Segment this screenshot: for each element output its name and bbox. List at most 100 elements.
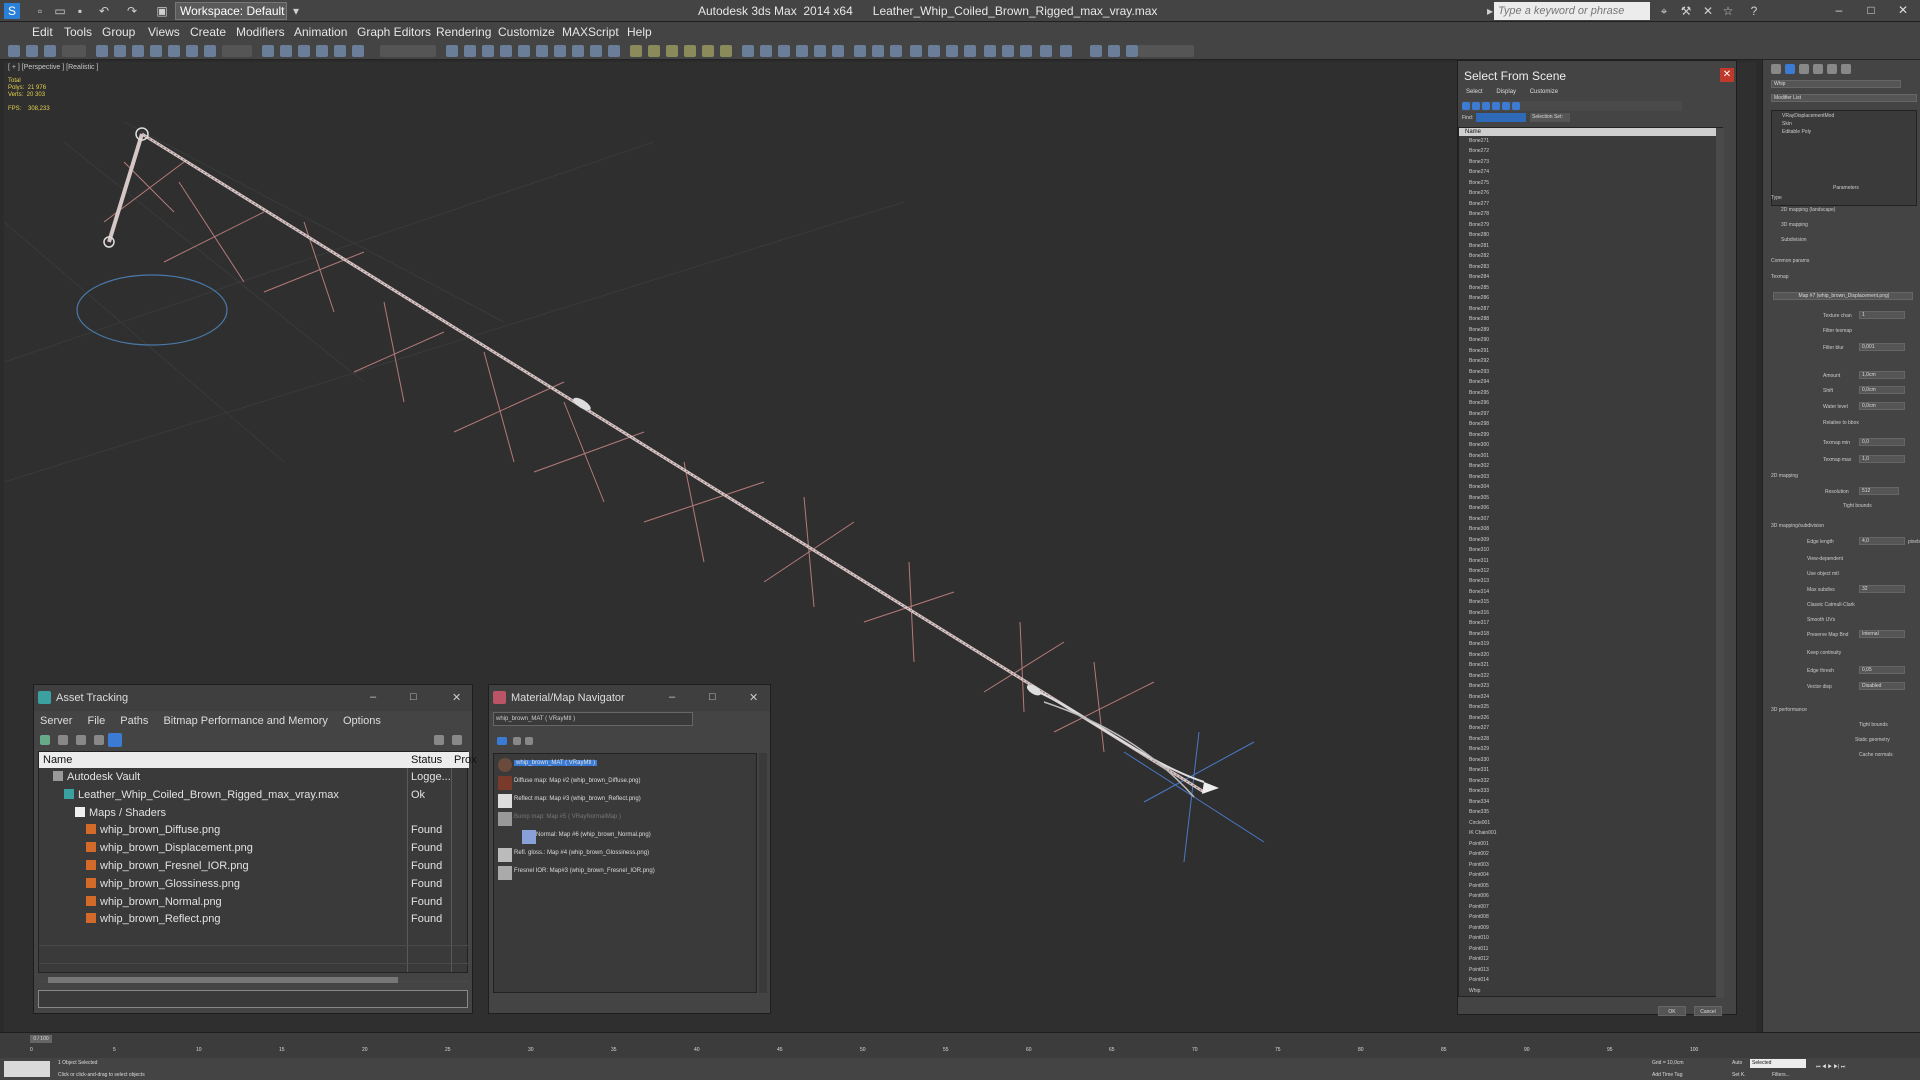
list-item[interactable]: Bone292 bbox=[1469, 358, 1489, 364]
material-node-normal[interactable]: Normal: Map #6 (whip_brown_Normal.png) bbox=[536, 832, 651, 838]
spline-tools-icon[interactable] bbox=[742, 45, 754, 57]
playback-controls-icon[interactable]: ⏮ ◀ ▶ ▶| ⏭ bbox=[1816, 1064, 1845, 1070]
mirror-icon[interactable] bbox=[446, 45, 458, 57]
named-selection-sets-dropdown[interactable] bbox=[380, 45, 436, 57]
asset-tracking-titlebar[interactable]: Asset Tracking – □ ✕ bbox=[34, 685, 472, 711]
list-item[interactable]: Bone335 bbox=[1469, 809, 1489, 815]
list-item[interactable]: Bone288 bbox=[1469, 316, 1489, 322]
help-icon[interactable] bbox=[452, 735, 462, 745]
open-file-icon[interactable]: ▭ bbox=[52, 3, 68, 19]
material-node-bump[interactable]: Bump map: Map #5 ( VRayNormalMap ) bbox=[514, 814, 621, 820]
list-item[interactable]: Bone331 bbox=[1469, 767, 1489, 773]
list-item[interactable]: Bone279 bbox=[1469, 222, 1489, 228]
move-icon[interactable] bbox=[168, 45, 180, 57]
rotate-icon[interactable] bbox=[186, 45, 198, 57]
list-item[interactable]: Bone273 bbox=[1469, 159, 1489, 165]
constraint-icon[interactable] bbox=[1126, 45, 1138, 57]
refresh-icon[interactable] bbox=[40, 735, 50, 745]
object-name-input[interactable]: Whip bbox=[1771, 80, 1901, 88]
menu-views[interactable]: Views bbox=[148, 25, 180, 39]
layer-manager-icon[interactable] bbox=[482, 45, 494, 57]
utilities-tab-icon[interactable] bbox=[1841, 64, 1851, 74]
minimize-icon[interactable]: – bbox=[669, 691, 675, 703]
list-item[interactable]: Bone297 bbox=[1469, 411, 1489, 417]
vertical-scrollbar[interactable] bbox=[1716, 128, 1724, 998]
material-node-reflect[interactable]: Reflect map: Map #3 (whip_brown_Reflect.… bbox=[514, 796, 641, 802]
list-item[interactable]: Point010 bbox=[1469, 935, 1489, 941]
list-item[interactable]: Bone314 bbox=[1469, 589, 1489, 595]
list-item[interactable]: Bone309 bbox=[1469, 537, 1489, 543]
select-link-icon[interactable] bbox=[8, 45, 20, 57]
list-item[interactable]: Bone310 bbox=[1469, 547, 1489, 553]
workspace-dropdown[interactable]: Workspace: Default bbox=[175, 2, 287, 20]
display-tab-icon[interactable] bbox=[1827, 64, 1837, 74]
binoculars-icon[interactable]: ⌖ bbox=[1656, 3, 1672, 19]
menu-maxscript[interactable]: MAXScript bbox=[562, 25, 619, 39]
schematic-view-icon[interactable] bbox=[536, 45, 548, 57]
list-item[interactable]: Point001 bbox=[1469, 841, 1489, 847]
list-item[interactable]: Bone322 bbox=[1469, 673, 1489, 679]
search-input[interactable]: Type a keyword or phrase bbox=[1494, 2, 1650, 20]
param-input[interactable]: 0,0cm bbox=[1859, 386, 1905, 394]
selection-set-dropdown[interactable]: Selection Set: bbox=[1530, 113, 1570, 122]
list-item[interactable]: Point003 bbox=[1469, 862, 1489, 868]
list-item[interactable]: Bone294 bbox=[1469, 379, 1489, 385]
table-row[interactable]: Autodesk Vault Logge... bbox=[39, 769, 469, 786]
table-row[interactable]: whip_brown_Glossiness.png Found bbox=[39, 876, 469, 893]
asset-path-field[interactable] bbox=[38, 990, 468, 1008]
vray-proxy-icon[interactable] bbox=[684, 45, 696, 57]
list-item[interactable]: Bone272 bbox=[1469, 148, 1489, 154]
column-proxy[interactable]: Prox bbox=[454, 754, 477, 766]
spinner-snap-icon[interactable] bbox=[352, 45, 364, 57]
select-by-name-icon[interactable] bbox=[114, 45, 126, 57]
list-item[interactable]: Bone320 bbox=[1469, 652, 1489, 658]
key-filters-button[interactable]: Filters... bbox=[1772, 1072, 1790, 1078]
param-input[interactable]: 1,0cm bbox=[1859, 371, 1905, 379]
close-window-button[interactable]: ✕ bbox=[1888, 3, 1918, 19]
rendered-frame-icon[interactable] bbox=[590, 45, 602, 57]
texmap-button[interactable]: Map #7 (whip_brown_Displacement.png) bbox=[1773, 292, 1913, 300]
list-item[interactable]: IK Chain001 bbox=[1469, 830, 1497, 836]
list-item[interactable]: Whip bbox=[1469, 988, 1480, 994]
list-item[interactable]: Bone316 bbox=[1469, 610, 1489, 616]
list-item[interactable]: Bone300 bbox=[1469, 442, 1489, 448]
physics-icon[interactable] bbox=[814, 45, 826, 57]
list-item[interactable]: Bone306 bbox=[1469, 505, 1489, 511]
list-item[interactable]: Bone293 bbox=[1469, 369, 1489, 375]
undo-icon[interactable]: ↶ bbox=[96, 3, 112, 19]
menu-paths[interactable]: Paths bbox=[120, 715, 148, 727]
modify-tab-icon[interactable] bbox=[1785, 64, 1795, 74]
list-item[interactable]: Bone328 bbox=[1469, 736, 1489, 742]
list-item[interactable]: Bone332 bbox=[1469, 778, 1489, 784]
vray-toolbar-icon[interactable] bbox=[630, 45, 642, 57]
list-item[interactable]: Bone321 bbox=[1469, 662, 1489, 668]
type-2d-mapping-radio[interactable]: 2D mapping (landscape) bbox=[1781, 207, 1835, 213]
column-status[interactable]: Status bbox=[411, 754, 442, 766]
communication-icon[interactable]: ✕ bbox=[1700, 3, 1716, 19]
list-item[interactable]: Bone296 bbox=[1469, 400, 1489, 406]
select-from-scene-window[interactable]: Select From Scene ✕ Select Display Custo… bbox=[1457, 60, 1737, 1016]
list-item[interactable]: Point012 bbox=[1469, 956, 1489, 962]
motion-tab-icon[interactable] bbox=[1813, 64, 1823, 74]
filter-geometry-icon[interactable] bbox=[1462, 102, 1470, 110]
list-item[interactable]: Bone307 bbox=[1469, 516, 1489, 522]
percent-snap-icon[interactable] bbox=[334, 45, 346, 57]
list-item[interactable]: Bone290 bbox=[1469, 337, 1489, 343]
vertical-scrollbar[interactable] bbox=[759, 753, 767, 993]
list-item[interactable]: Bone305 bbox=[1469, 495, 1489, 501]
unlink-icon[interactable] bbox=[26, 45, 38, 57]
subdiv-param-input[interactable]: Disabled bbox=[1859, 682, 1905, 690]
material-node-glossiness[interactable]: Refl. gloss.: Map #4 (whip_brown_Glossin… bbox=[514, 850, 649, 856]
filter-shapes-icon[interactable] bbox=[1472, 102, 1480, 110]
param-input[interactable]: 0,001 bbox=[1859, 343, 1905, 351]
close-icon[interactable]: ✕ bbox=[749, 691, 758, 704]
reaction-icon[interactable] bbox=[1108, 45, 1120, 57]
list-item[interactable]: Bone303 bbox=[1469, 474, 1489, 480]
checkin-icon[interactable] bbox=[76, 735, 86, 745]
list-item[interactable]: Bone312 bbox=[1469, 568, 1489, 574]
list-item[interactable]: Bone287 bbox=[1469, 306, 1489, 312]
select-object-icon[interactable] bbox=[96, 45, 108, 57]
list-item[interactable]: Bone304 bbox=[1469, 484, 1489, 490]
list-item[interactable]: Bone333 bbox=[1469, 788, 1489, 794]
list-item[interactable]: Bone301 bbox=[1469, 453, 1489, 459]
